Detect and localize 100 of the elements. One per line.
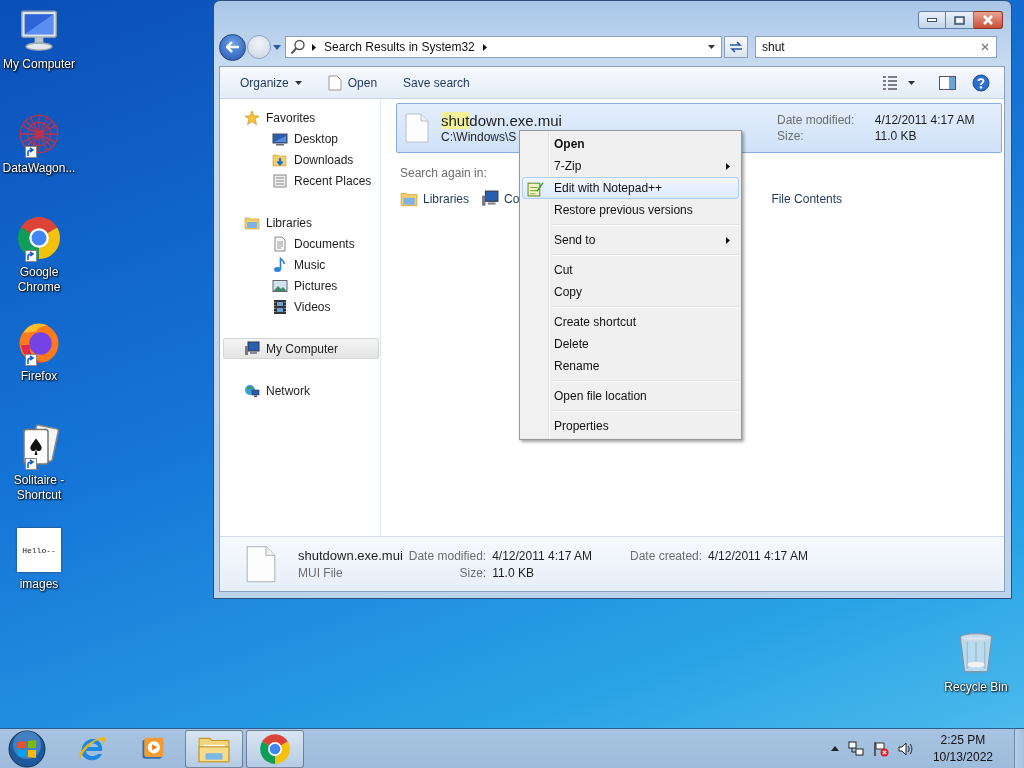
show-hidden-icons-button[interactable] bbox=[830, 746, 839, 751]
desktop-icon-label[interactable]: Firefox bbox=[1, 369, 77, 384]
field-value: 4/12/2011 4:17 AM bbox=[492, 549, 592, 563]
speaker-icon bbox=[897, 740, 914, 757]
back-arrow-icon bbox=[225, 41, 240, 53]
maximize-button[interactable] bbox=[946, 11, 974, 29]
close-button[interactable] bbox=[974, 11, 1003, 29]
toolbar-button[interactable]: Organize bbox=[234, 71, 308, 94]
computer-icon bbox=[244, 340, 260, 357]
desktop-icon-label[interactable]: Google Chrome bbox=[9, 265, 69, 295]
menu-item[interactable]: Edit with Notepad++ bbox=[522, 177, 739, 199]
nav-item[interactable]: Recent Places bbox=[223, 170, 379, 191]
field-label: Date modified: bbox=[408, 549, 488, 563]
nav-item[interactable]: My Computer bbox=[223, 338, 379, 359]
shortcut-arrow-icon bbox=[25, 146, 37, 158]
menu-item[interactable]: Create shortcut bbox=[522, 311, 739, 333]
nav-item[interactable]: Videos bbox=[223, 296, 379, 317]
field-value: 11.0 KB bbox=[874, 129, 918, 143]
search-location-link[interactable]: File Contents bbox=[771, 190, 843, 208]
search-location-link[interactable]: Co bbox=[481, 188, 520, 210]
desktop-icon-label[interactable]: images bbox=[1, 577, 77, 592]
nav-item[interactable]: Documents bbox=[223, 233, 379, 254]
toolbar-button[interactable]: Save search bbox=[397, 71, 476, 94]
computer-icon bbox=[481, 190, 500, 208]
help-button[interactable] bbox=[970, 71, 992, 94]
notepad-icon bbox=[527, 180, 544, 197]
folder-icon bbox=[400, 190, 418, 208]
menu-item[interactable]: Open file location bbox=[522, 385, 739, 407]
search-icon bbox=[290, 39, 306, 55]
document-icon bbox=[272, 172, 288, 189]
start-button[interactable] bbox=[7, 728, 47, 768]
nav-item[interactable]: Desktop bbox=[223, 128, 379, 149]
minimize-button[interactable] bbox=[918, 11, 946, 29]
nav-item[interactable]: Libraries bbox=[223, 212, 379, 233]
preview-pane-button[interactable] bbox=[937, 73, 958, 92]
nav-item[interactable]: Pictures bbox=[223, 275, 379, 296]
flag-icon bbox=[872, 740, 889, 757]
folder-icon bbox=[244, 214, 260, 231]
restore-icon bbox=[954, 15, 965, 25]
search-field[interactable]: shut bbox=[755, 36, 997, 58]
chrome-icon bbox=[258, 731, 292, 766]
globe-icon bbox=[244, 382, 260, 399]
taskbar-app-button[interactable] bbox=[185, 729, 243, 768]
nav-item[interactable]: Downloads bbox=[223, 149, 379, 170]
menu-item[interactable]: Properties bbox=[522, 415, 739, 437]
menu-item[interactable]: 7-Zip bbox=[522, 155, 739, 177]
clear-icon[interactable] bbox=[981, 43, 989, 51]
nav-item[interactable]: Favorites bbox=[223, 107, 379, 128]
menu-item[interactable]: Delete bbox=[522, 333, 739, 355]
file-icon bbox=[246, 543, 276, 585]
caret-icon bbox=[294, 80, 302, 85]
nav-item[interactable]: Network bbox=[223, 380, 379, 401]
help-icon bbox=[972, 73, 990, 92]
desktop-icon-label[interactable]: DataWagon... bbox=[1, 161, 77, 176]
menu-item[interactable]: Rename bbox=[522, 355, 739, 377]
menu-item[interactable]: Cut bbox=[522, 259, 739, 281]
minimize-icon bbox=[927, 18, 937, 22]
windows-logo-icon bbox=[8, 729, 46, 768]
details-file-type: MUI File bbox=[298, 566, 344, 580]
caret-icon bbox=[908, 80, 915, 85]
menu-item[interactable]: Restore previous versions bbox=[522, 199, 739, 221]
action-center-button[interactable] bbox=[872, 740, 889, 757]
breadcrumb[interactable]: Search Results in System32 bbox=[322, 40, 477, 54]
submenu-arrow-icon bbox=[726, 162, 730, 170]
desktop-icon-label[interactable]: My Computer bbox=[1, 57, 77, 72]
search-again-label: Search again in: bbox=[400, 166, 487, 180]
refresh-button[interactable] bbox=[724, 36, 748, 58]
field-label: Date modified: bbox=[777, 113, 856, 127]
menu-item[interactable]: Send to bbox=[522, 229, 739, 251]
music-note-icon bbox=[272, 256, 288, 273]
caret-icon bbox=[273, 44, 281, 50]
chevron-icon bbox=[312, 43, 316, 51]
field-value: 4/12/2011 4:17 AM bbox=[708, 549, 808, 563]
menu-item[interactable]: Copy bbox=[522, 281, 739, 303]
address-bar[interactable]: Search Results in System32 bbox=[285, 36, 722, 58]
field-label: Date created: bbox=[630, 549, 704, 563]
field-value: 4/12/2011 4:17 AM bbox=[874, 113, 976, 127]
desktop-icon-label[interactable]: Solitaire - Shortcut bbox=[9, 473, 69, 503]
taskbar-app-button[interactable] bbox=[246, 729, 304, 768]
shortcut-arrow-icon bbox=[25, 354, 37, 366]
network-status-button[interactable] bbox=[847, 740, 864, 757]
back-button[interactable] bbox=[219, 33, 246, 61]
show-desktop-button[interactable] bbox=[1014, 728, 1024, 768]
shortcut-arrow-icon bbox=[25, 250, 37, 262]
folder-icon bbox=[272, 151, 288, 168]
search-location-link[interactable]: Libraries bbox=[400, 188, 470, 210]
details-file-name: shutdown.exe.mui bbox=[298, 548, 403, 563]
close-icon bbox=[982, 15, 994, 25]
thumbnail-text: Hello-- bbox=[22, 545, 56, 555]
menu-item[interactable]: Open bbox=[522, 133, 739, 155]
file-icon bbox=[405, 113, 429, 143]
toolbar-button[interactable]: Open bbox=[321, 70, 384, 95]
shortcut-arrow-icon bbox=[25, 458, 37, 470]
preview-pane-icon bbox=[939, 75, 956, 90]
list-view-icon bbox=[882, 74, 898, 91]
document-icon bbox=[272, 235, 288, 252]
volume-button[interactable] bbox=[897, 740, 914, 757]
nav-item[interactable]: Music bbox=[223, 254, 379, 275]
field-value: 11.0 KB bbox=[492, 566, 535, 580]
clock[interactable]: 2:25 PM 10/13/2022 bbox=[928, 731, 997, 766]
